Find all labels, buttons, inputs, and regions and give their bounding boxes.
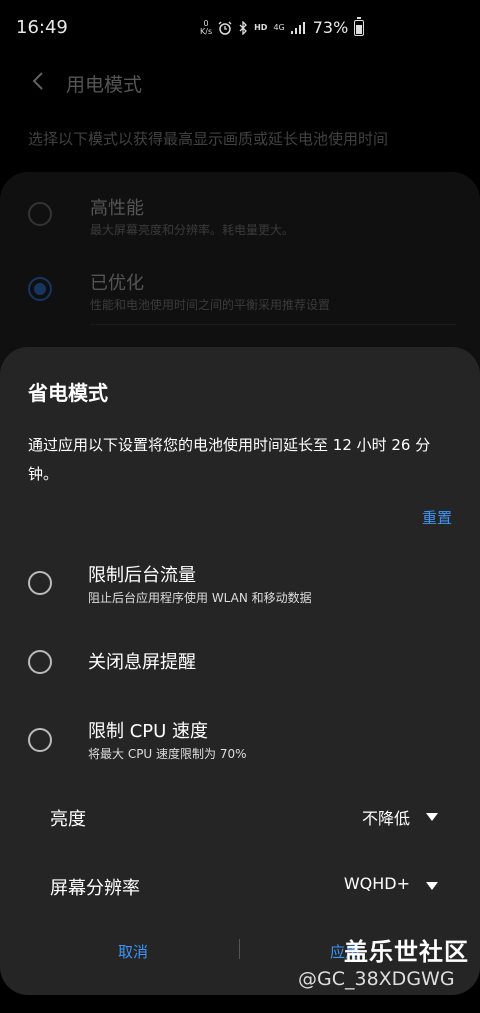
radio-button[interactable] (28, 728, 52, 752)
power-saving-dialog: 省电模式 通过应用以下设置将您的电池使用时间延长至 12 小时 26 分钟。 重… (0, 347, 480, 995)
bluetooth-icon (239, 20, 248, 35)
cancel-button[interactable]: 取消 (118, 941, 148, 962)
dialog-description: 通过应用以下设置将您的电池使用时间延长至 12 小时 26 分钟。 (28, 436, 431, 483)
brightness-label: 亮度 (50, 809, 86, 830)
item-subtitle: 将最大 CPU 速度限制为 70% (88, 747, 247, 761)
item-title: 限制 CPU 速度 (88, 721, 209, 742)
brightness-value[interactable]: 不降低 (362, 805, 410, 829)
status-bar: 16:49 0 K/s HD 4G 73% (0, 0, 480, 58)
radio-button[interactable] (28, 650, 52, 674)
page-title: 用电模式 (66, 74, 143, 96)
resolution-value[interactable]: WQHD+ (344, 874, 410, 893)
resolution-row[interactable]: 屏幕分辨率 WQHD+ (0, 874, 480, 904)
option-title: 已优化 (90, 273, 144, 294)
signal-icon (290, 21, 305, 34)
battery-percentage: 73% (312, 18, 349, 37)
button-divider (239, 939, 240, 959)
option-title: 高性能 (90, 198, 144, 219)
brightness-row[interactable]: 亮度 不降低 (0, 805, 480, 835)
network-type-icon: 4G (273, 23, 285, 32)
dropdown-arrow-icon[interactable] (426, 882, 438, 890)
dropdown-arrow-icon[interactable] (426, 813, 438, 821)
radio-button[interactable] (28, 571, 52, 595)
item-title: 限制后台流量 (88, 565, 196, 586)
radio-button-selected[interactable] (28, 277, 52, 301)
resolution-label: 屏幕分辨率 (50, 878, 140, 899)
battery-icon (354, 16, 365, 36)
dialog-title: 省电模式 (28, 381, 108, 405)
status-time: 16:49 (16, 17, 68, 38)
watermark-logo: 盖乐世社区 (344, 938, 469, 966)
page-description: 选择以下模式以获得最高显示画质或延长电池使用时间 (28, 130, 389, 148)
watermark-username: @GC_38XDGWG (298, 968, 455, 990)
back-arrow-icon[interactable] (28, 70, 50, 92)
option-subtitle: 最大屏幕亮度和分辨率。耗电量更大。 (90, 223, 295, 237)
item-subtitle: 阻止后台应用程序使用 WLAN 和移动数据 (88, 591, 312, 605)
alarm-icon (218, 21, 232, 35)
item-title: 关闭息屏提醒 (88, 652, 196, 673)
network-speed-indicator: 0 K/s (200, 18, 213, 36)
divider (90, 324, 456, 325)
radio-button[interactable] (28, 202, 52, 226)
hd-voice-icon: HD (254, 23, 268, 32)
status-icons: 0 K/s HD 4G 73% (200, 16, 365, 37)
reset-button[interactable]: 重置 (422, 507, 452, 528)
option-subtitle: 性能和电池使用时间之间的平衡采用推荐设置 (90, 298, 331, 312)
